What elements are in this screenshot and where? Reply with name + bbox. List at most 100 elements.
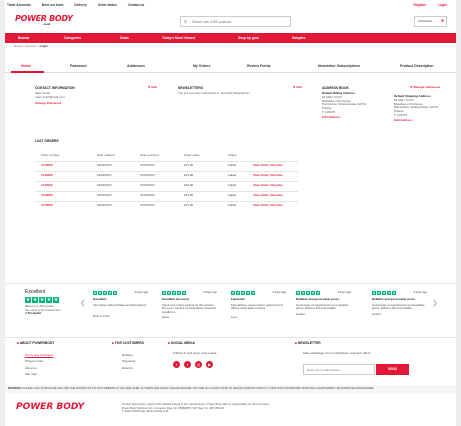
order-number[interactable]: 1145096 [35, 190, 97, 201]
review-title: Reliable and good value prod... [296, 297, 341, 301]
footer-about-title: ■ ABOUT POWERBODY [17, 341, 55, 345]
order-value: £15.90 [184, 200, 228, 211]
footer-newsletter-label: NEWSLETTER [297, 341, 321, 345]
tab-addresses[interactable]: Addresses [127, 64, 145, 68]
review-author: Gerald [296, 311, 305, 316]
order-actions[interactable]: View Order | Reorder [253, 170, 298, 181]
review-card[interactable]: ★ ★ ★ ★ ★ 3 days ago Reliable and good value … [296, 290, 351, 316]
order-date-ordered: 16/02/2017 [97, 160, 140, 171]
login-link[interactable]: Login [438, 3, 447, 7]
link-delivery[interactable]: Delivery [74, 3, 86, 7]
order-date-ordered: 16/02/2017 [97, 180, 140, 191]
table-row: 1145096 16/02/2017 07/03/2017 £15.90 Fai… [35, 190, 298, 201]
change-password-link[interactable]: Change Password [35, 101, 155, 106]
instagram-icon[interactable]: ◎ [195, 361, 202, 368]
order-status: Failed [228, 170, 253, 181]
order-number[interactable]: 1145096 [35, 160, 97, 171]
link-trade-accounts[interactable]: Trade Accounts [7, 3, 31, 7]
contact-edit-link[interactable]: ✎ Edit [148, 85, 157, 90]
order-value: £15.90 [184, 160, 228, 171]
manage-addresses-link[interactable]: ✎ Manage addresses [410, 85, 441, 90]
breadcrumb-account[interactable]: Account [25, 44, 36, 48]
search-icon[interactable]: ⚲ [184, 19, 187, 24]
newsletter-email-input[interactable] [304, 365, 374, 374]
order-date-received: 07/03/2017 [140, 190, 184, 201]
review-stars: ★ ★ ★ ★ ★ [162, 291, 186, 295]
facebook-icon[interactable]: f [173, 361, 180, 368]
star-icon: ★ [39, 297, 45, 304]
trustpilot-logo[interactable]: ★Trustpilot [25, 311, 61, 316]
register-link[interactable]: Register [414, 3, 427, 7]
order-actions[interactable]: View Order | Reorder [253, 180, 298, 191]
footer-link-payments[interactable]: Payments [122, 358, 135, 364]
contact-title: CONTACT INFORMATION [35, 86, 75, 90]
footer-logo[interactable]: POWER BODY [16, 402, 84, 413]
nav-categories[interactable]: Categories [64, 36, 81, 40]
nav-samples[interactable]: Samples [292, 36, 306, 40]
review-time: 3 days ago [272, 290, 286, 294]
newsletter-email-box [303, 364, 375, 375]
billing-edit-link[interactable]: Edit Address [322, 115, 392, 120]
nav-shop-by-goal[interactable]: Shop by goal [238, 36, 259, 40]
order-actions[interactable]: View Order | Reorder [253, 200, 298, 211]
review-title: Fantastic! [231, 297, 246, 301]
nav-deals[interactable]: Deals [120, 36, 129, 40]
trustpilot-rating-text: Excellent [25, 289, 46, 295]
review-stars: ★ ★ ★ ★ ★ [296, 291, 320, 295]
table-row: 1145096 16/02/2017 07/03/2017 £15.90 Fai… [35, 170, 298, 181]
tab-my-orders[interactable]: My Orders [193, 64, 210, 68]
logo-text: POWER BODY [15, 14, 73, 23]
table-row: 1145096 16/02/2017 07/03/2017 £15.90 Fai… [35, 180, 298, 191]
order-date-ordered: 16/02/2017 [97, 200, 140, 211]
tab-review-points[interactable]: Review Points [247, 64, 271, 68]
order-number[interactable]: 1145096 [35, 170, 97, 181]
newsletters-edit-link[interactable]: ✎ Edit [293, 85, 302, 90]
cart-button[interactable]: 0 Products ● [414, 16, 447, 27]
manage-addresses-label: Manage addresses [413, 85, 441, 89]
footer-link-sitemap[interactable]: Site map [25, 371, 53, 377]
review-card[interactable]: ★ ★ ★ ★ ★ 3 days ago Reliable and good value … [372, 290, 427, 316]
newsletter-send-button[interactable]: SEND [376, 364, 409, 375]
carousel-prev-icon[interactable]: ❮ [80, 300, 86, 309]
link-contact[interactable]: Contact us [128, 3, 144, 7]
order-value: £15.90 [184, 190, 228, 201]
review-text: Fast delivery, great product, great serv… [231, 302, 284, 311]
header: POWER BODY .co.uk ⚲ 0 Products ● [5, 9, 456, 33]
youtube-icon[interactable]: ▶ [206, 361, 213, 368]
review-text: Spent a lot of time looking for this pro… [162, 302, 216, 314]
review-card[interactable]: ★ ★ ★ ★ ★ 3 days ago Fantastic! Fast delivery… [231, 290, 286, 319]
search-input[interactable] [188, 17, 288, 26]
twitter-icon[interactable]: t [184, 361, 191, 368]
carousel-next-icon[interactable]: ❯ [432, 300, 438, 309]
nav-brands[interactable]: Brands [18, 36, 29, 40]
top-links: Trade Accounts Meet our team Delivery Or… [5, 0, 456, 9]
warning-label: WARNING: [8, 387, 22, 390]
order-number[interactable]: 1145096 [35, 200, 97, 211]
logo[interactable]: POWER BODY .co.uk [15, 14, 73, 26]
tab-password[interactable]: Password [70, 64, 87, 68]
link-meet-team[interactable]: Meet our team [42, 3, 64, 7]
order-actions[interactable]: View Order | Reorder [253, 160, 298, 171]
link-order-status[interactable]: Order status [98, 3, 117, 7]
footer-link-returns[interactable]: Returns [122, 365, 135, 371]
shipping-edit-link[interactable]: Edit Address [394, 118, 456, 123]
breadcrumb-home[interactable]: Home [14, 44, 22, 48]
order-number[interactable]: 1145096 [35, 180, 97, 191]
review-author: Marc h. Price [93, 314, 110, 319]
order-actions[interactable]: View Order | Reorder [253, 190, 298, 201]
order-status: Failed [228, 180, 253, 191]
order-date-received: 07/03/2017 [140, 200, 184, 211]
tab-home[interactable]: Home [21, 64, 31, 68]
tab-newsletter[interactable]: Newsletter Subscriptions [318, 64, 360, 68]
orders-title: LAST ORDERS [35, 139, 59, 143]
address-book: ADDRESS BOOK Default Billing Address Mr … [322, 86, 392, 119]
footer-newsletter-title: ■ NEWSLETTER [295, 341, 321, 345]
footer-about-label: ABOUT POWERBODY [19, 341, 55, 345]
review-card[interactable]: ★ ★ ★ ★ ★ 3 days ago Excellent all round Spen… [162, 290, 217, 320]
review-card[interactable]: ★ ★ ★ ★ ★ 2 days ago Excellent. Very happy wi… [93, 290, 148, 319]
search-box: ⚲ [180, 16, 291, 27]
tab-product-description[interactable]: Product Description [400, 64, 433, 68]
nav-most-viewed[interactable]: Today's Most Viewed [162, 36, 195, 40]
social-icons: f t ◎ ▶ [173, 361, 213, 368]
trustpilot-stars: ★ ★ ★ ★ ★ [25, 297, 61, 304]
